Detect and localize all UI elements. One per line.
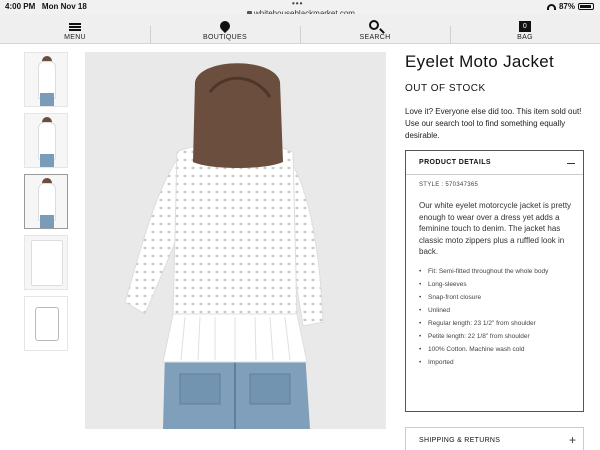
menu-label: MENU xyxy=(64,34,86,41)
thumbnail-strip xyxy=(24,52,68,357)
bag-label: BAG xyxy=(517,34,533,41)
divider xyxy=(406,174,583,175)
bag-button[interactable]: 0 BAG xyxy=(490,14,560,44)
bag-icon: 0 xyxy=(519,21,531,32)
list-item: Snap-front closure xyxy=(419,293,579,302)
thumbnail-back[interactable] xyxy=(24,174,68,229)
product-title: Eyelet Moto Jacket xyxy=(405,52,555,71)
product-description: Our white eyelet motorcycle jacket is pr… xyxy=(419,201,572,256)
main-product-image[interactable] xyxy=(85,52,386,429)
wifi-icon xyxy=(546,3,556,10)
list-item: Unlined xyxy=(419,306,579,315)
battery-icon xyxy=(578,3,594,10)
list-item: Fit: Semi-fitted throughout the whole bo… xyxy=(419,267,579,276)
product-details-heading[interactable]: PRODUCT DETAILS xyxy=(419,159,491,166)
search-icon xyxy=(369,20,379,30)
battery-percent: 87% xyxy=(558,2,575,11)
feature-list: Fit: Semi-fitted throughout the whole bo… xyxy=(419,267,579,371)
sold-out-message: Love it? Everyone else did too. This ite… xyxy=(405,107,582,140)
search-button[interactable]: SEARCH xyxy=(340,14,410,44)
shipping-returns-label: SHIPPING & RETURNS xyxy=(419,437,501,444)
status-right: 87% xyxy=(546,2,594,11)
status-bar: 4:00 PM Mon Nov 18 ••• whitehouseblackma… xyxy=(0,0,600,18)
list-item: 100% Cotton. Machine wash cold xyxy=(419,345,579,354)
expand-icon[interactable]: + xyxy=(569,434,576,446)
model-back-view xyxy=(85,52,386,429)
site-navbar: MENU BOUTIQUES SEARCH 0 BAG xyxy=(0,14,600,44)
menu-button[interactable]: MENU xyxy=(40,14,110,44)
boutiques-button[interactable]: BOUTIQUES xyxy=(190,14,260,44)
stock-status: OUT OF STOCK xyxy=(405,83,486,94)
thumbnail-flat[interactable] xyxy=(24,296,68,351)
product-details-panel: PRODUCT DETAILS STYLE : 570347365 Our wh… xyxy=(405,150,584,412)
multitasking-dots-icon[interactable]: ••• xyxy=(292,0,303,8)
list-item: Regular length: 23 1/2" from shoulder xyxy=(419,319,579,328)
nav-divider xyxy=(150,26,151,44)
list-item: Imported xyxy=(419,358,579,367)
status-time: 4:00 PM Mon Nov 18 xyxy=(5,2,87,11)
thumbnail-detail[interactable] xyxy=(24,235,68,290)
hamburger-icon xyxy=(69,23,81,31)
thumbnail-front[interactable] xyxy=(24,113,68,168)
boutiques-label: BOUTIQUES xyxy=(203,34,247,41)
nav-divider xyxy=(300,26,301,44)
nav-divider xyxy=(450,26,451,44)
list-item: Long-sleeves xyxy=(419,280,579,289)
thumbnail-front-seated[interactable] xyxy=(24,52,68,107)
search-label: SEARCH xyxy=(359,34,391,41)
list-item: Petite length: 22 1/8" from shoulder xyxy=(419,332,579,341)
collapse-icon[interactable] xyxy=(567,163,575,164)
style-number: STYLE : 570347365 xyxy=(419,182,479,188)
shipping-returns-accordion[interactable]: SHIPPING & RETURNS + xyxy=(405,427,584,450)
location-pin-icon xyxy=(217,18,233,34)
